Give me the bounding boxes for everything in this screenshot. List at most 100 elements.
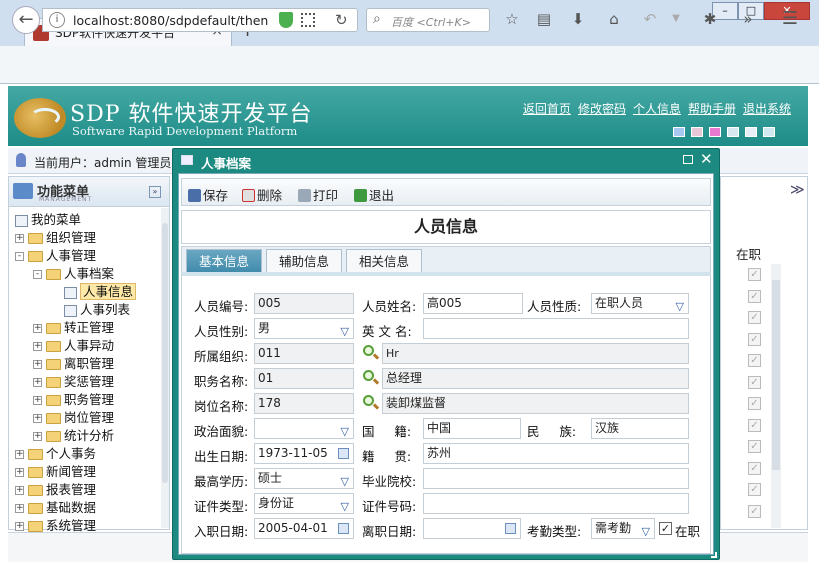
expand-icon[interactable]: + xyxy=(33,324,42,333)
onjob-row-checkbox[interactable]: ✓ xyxy=(748,461,761,475)
tab-basic-info[interactable]: 基本信息 xyxy=(186,249,263,273)
en-name-field[interactable] xyxy=(423,318,689,339)
onjob-row-checkbox[interactable]: ✓ xyxy=(748,504,761,518)
panel-collapse-icon[interactable]: ≫ xyxy=(790,182,805,198)
onjob-checkbox[interactable]: ✓ xyxy=(659,522,672,535)
back-arrow-icon[interactable]: ← xyxy=(12,6,40,34)
idno-field[interactable] xyxy=(423,493,689,514)
sidebar-tree-item[interactable]: 人事信息 xyxy=(51,283,137,301)
print-button[interactable]: 打印 xyxy=(298,185,338,204)
theme-swatch[interactable] xyxy=(727,127,739,137)
lookup-magnifier-icon[interactable] xyxy=(363,395,380,411)
search-box[interactable]: ⌕ 百度 <Ctrl+K> xyxy=(366,8,490,32)
sidebar-tree-item[interactable]: + 离职管理 xyxy=(33,355,114,373)
calendar-icon[interactable] xyxy=(505,523,516,534)
sidebar-tree-item[interactable]: 我的菜单 xyxy=(15,211,81,229)
collapse-tree-icon[interactable]: - xyxy=(15,252,24,261)
sidebar-tree-item[interactable]: 人事列表 xyxy=(51,301,130,319)
chevron-down-icon[interactable]: ▽ xyxy=(341,322,349,338)
lookup-magnifier-icon[interactable] xyxy=(363,345,380,361)
expand-icon[interactable]: + xyxy=(33,378,42,387)
download-icon[interactable]: ⬇ xyxy=(566,8,590,30)
calendar-icon[interactable] xyxy=(338,523,349,534)
onjob-row-checkbox[interactable]: ✓ xyxy=(748,483,761,496)
sidebar-tree-item[interactable]: + 人事异动 xyxy=(33,337,114,355)
idtype-select[interactable]: 身份证 ▽ xyxy=(254,493,354,514)
onjob-row-checkbox[interactable]: ✓ xyxy=(748,397,761,410)
gender-select[interactable]: 男 ▽ xyxy=(254,318,354,339)
exit-button[interactable]: 退出 xyxy=(354,185,394,204)
url-bar[interactable]: i localhost:8080/sdpdefault/then ↻ xyxy=(42,8,358,32)
expand-icon[interactable]: + xyxy=(15,468,24,477)
extension-icon[interactable]: ✱ xyxy=(698,8,722,30)
post-name-field[interactable]: 装卸煤监督 xyxy=(382,393,689,414)
list-scroll-thumb[interactable] xyxy=(772,280,780,470)
sidebar-tree-item[interactable]: + 转正管理 xyxy=(33,319,114,337)
post-code-field[interactable]: 178 xyxy=(254,393,354,414)
ethnic-field[interactable]: 汉族 xyxy=(591,418,689,439)
duty-code-field[interactable]: 01 xyxy=(254,368,354,389)
name-field[interactable]: 高005 xyxy=(423,293,523,314)
chevron-down-icon[interactable]: ▽ xyxy=(642,522,650,538)
onjob-row-checkbox[interactable]: ✓ xyxy=(748,332,761,346)
link-change-password[interactable]: 修改密码 xyxy=(578,102,626,116)
chevron-down-icon[interactable]: ▽ xyxy=(341,472,349,488)
edu-select[interactable]: 硕士 ▽ xyxy=(254,468,354,489)
expand-icon[interactable]: + xyxy=(15,504,24,513)
link-logout[interactable]: 退出系统 xyxy=(743,102,791,116)
sidebar-tree-item[interactable]: + 报表管理 xyxy=(15,481,96,499)
sidebar-tree-item[interactable]: + 统计分析 xyxy=(33,427,114,445)
onjob-row-checkbox[interactable]: ✓ xyxy=(748,268,761,281)
expand-icon[interactable]: + xyxy=(33,360,42,369)
shield-icon[interactable] xyxy=(279,12,293,28)
sidebar-tree-item[interactable]: - 人事档案 xyxy=(33,265,114,283)
leave-date-field[interactable] xyxy=(423,518,521,539)
theme-swatch[interactable] xyxy=(763,127,775,137)
resize-handle[interactable] xyxy=(711,552,717,558)
sidebar-tree-item[interactable]: + 个人事务 xyxy=(15,445,96,463)
menu-icon[interactable]: ☰ xyxy=(778,8,802,30)
onjob-row-checkbox[interactable]: ✓ xyxy=(748,311,761,324)
org-name-field[interactable]: Hr xyxy=(382,343,689,364)
politics-select[interactable]: ▽ xyxy=(254,418,354,439)
onjob-row-checkbox[interactable]: ✓ xyxy=(748,375,761,389)
chevron-down-icon[interactable]: ▽ xyxy=(676,297,684,313)
sidebar-tree-item[interactable]: + 基础数据 xyxy=(15,499,96,517)
reload-icon[interactable]: ↻ xyxy=(335,11,348,29)
overflow-icon[interactable]: » xyxy=(736,8,760,30)
reading-list-icon[interactable]: ▤ xyxy=(532,8,556,30)
chevron-down-icon[interactable]: ▽ xyxy=(341,497,349,513)
sidebar-scroll-thumb[interactable] xyxy=(162,223,168,483)
theme-swatch[interactable] xyxy=(673,127,685,137)
collapse-tree-icon[interactable]: - xyxy=(33,270,42,279)
link-home[interactable]: 返回首页 xyxy=(523,102,571,116)
join-date-field[interactable]: 2005-04-01 xyxy=(254,518,354,539)
expand-icon[interactable]: + xyxy=(15,522,24,531)
link-profile[interactable]: 个人信息 xyxy=(633,102,681,116)
onjob-row-checkbox[interactable]: ✓ xyxy=(748,418,761,432)
link-help[interactable]: 帮助手册 xyxy=(688,102,736,116)
undo-icon[interactable]: ↶ xyxy=(638,8,662,30)
theme-swatch[interactable] xyxy=(745,127,757,137)
info-icon[interactable]: i xyxy=(49,12,65,28)
onjob-row-checkbox[interactable]: ✓ xyxy=(748,440,761,453)
dialog-close-icon[interactable]: ✕ xyxy=(700,150,713,168)
expand-icon[interactable]: + xyxy=(33,342,42,351)
expand-icon[interactable]: + xyxy=(33,432,42,441)
school-field[interactable] xyxy=(423,468,689,489)
onjob-row-checkbox[interactable]: ✓ xyxy=(748,354,761,367)
birth-date-field[interactable]: 1973-11-05 xyxy=(254,443,354,464)
expand-icon[interactable]: + xyxy=(33,396,42,405)
dialog-maximize-icon[interactable] xyxy=(683,155,693,164)
delete-button[interactable]: 删除 xyxy=(242,185,282,204)
tab-related-info[interactable]: 相关信息 xyxy=(346,249,423,273)
lookup-magnifier-icon[interactable] xyxy=(363,370,380,386)
tab-auxiliary-info[interactable]: 辅助信息 xyxy=(266,249,343,273)
expand-icon[interactable]: + xyxy=(15,234,24,243)
org-code-field[interactable]: 011 xyxy=(254,343,354,364)
native-field[interactable]: 苏州 xyxy=(423,443,689,464)
sidebar-tree-item[interactable]: + 奖惩管理 xyxy=(33,373,114,391)
theme-swatch[interactable] xyxy=(709,127,721,137)
expand-icon[interactable]: + xyxy=(15,450,24,459)
bookmark-star-icon[interactable]: ☆ xyxy=(500,8,524,30)
